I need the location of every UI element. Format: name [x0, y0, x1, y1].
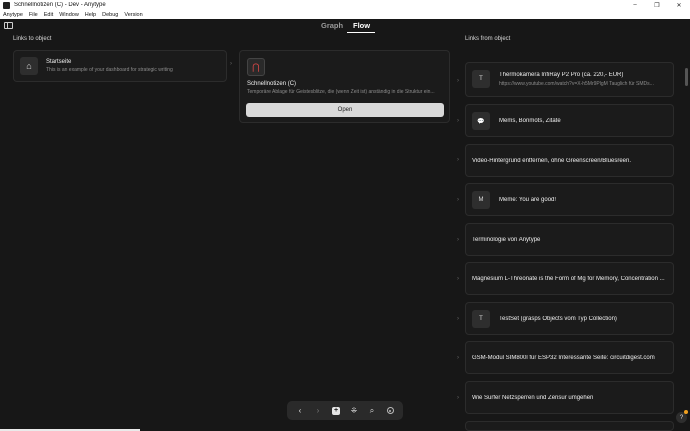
current-object-description: Temporäre Ablage für Geistesblitze, die … — [247, 89, 435, 95]
linked-object-title: GSM-Modul SIM800l für ESP32 Interessante… — [472, 355, 655, 361]
links-from-object-header: Links from object — [465, 36, 511, 42]
linked-object-card[interactable]: M Meme: You are good! — [465, 183, 674, 216]
chevron-right-icon: › — [457, 237, 459, 243]
open-button[interactable]: Open — [246, 103, 444, 117]
notification-dot — [684, 410, 688, 414]
menu-version[interactable]: Version — [124, 12, 142, 18]
linked-object-title: Meme: You are good! — [499, 197, 557, 203]
menu-anytype[interactable]: Anytype — [3, 12, 23, 18]
magnet-icon: ⋂ — [247, 58, 265, 76]
linked-object-title: Magnesium L-Threonate is the Form of Mg … — [472, 276, 665, 282]
linked-object-title: Terminologie von Anytype — [472, 237, 541, 243]
anytype-app-icon — [3, 1, 10, 9]
current-object-card: ⋂ Schnellnotizen (C) Temporäre Ablage fü… — [239, 50, 450, 123]
widget-icon[interactable] — [384, 405, 396, 417]
linked-object-card[interactable]: Terminologie von Anytype — [465, 223, 674, 256]
object-letter-icon: T — [472, 70, 490, 88]
linked-object-description: https://www.youtube.com/watch?v=X-h5Mr9P… — [499, 81, 654, 87]
chevron-right-icon: › — [457, 118, 459, 124]
sidebar-toggle-icon[interactable] — [4, 22, 13, 29]
card-title: Startseite — [46, 59, 72, 65]
object-letter-icon: T — [472, 310, 490, 328]
chevron-right-icon: › — [457, 197, 459, 203]
speech-bubble-icon: 💬 — [472, 112, 490, 130]
linked-object-card[interactable]: T TestSet (grasps Objects vom Typ Collec… — [465, 302, 674, 335]
links-to-object-header: Links to object — [13, 36, 52, 42]
chevron-right-icon: › — [457, 355, 459, 361]
navigation-toolbar: ‹ › + ⁜ ⌕ — [287, 401, 403, 420]
linked-object-title: Wie Surfer Netzsperren und Zensur umgehe… — [472, 395, 594, 401]
linked-object-card[interactable]: GSM-Modul SIM800l für ESP32 Interessante… — [465, 341, 674, 374]
add-object-button[interactable]: + — [330, 405, 342, 417]
chevron-right-icon: › — [457, 78, 459, 84]
linked-object-card-startseite[interactable]: ⌂ Startseite This is an example of your … — [13, 50, 227, 82]
window-titlebar: Schnellnotizen (C) - Dev - Anytype – ❐ ✕ — [0, 0, 690, 10]
linked-object-card[interactable]: 💬 Mems, Bonmots, Zitate — [465, 104, 674, 137]
close-button[interactable]: ✕ — [668, 0, 690, 10]
linked-object-card[interactable] — [465, 421, 674, 431]
menu-window[interactable]: Window — [59, 12, 79, 18]
linked-object-title: TestSet (grasps Objects vom Typ Collecti… — [499, 316, 617, 322]
minimize-button[interactable]: – — [624, 0, 646, 10]
linked-object-title: Mems, Bonmots, Zitate — [499, 118, 561, 124]
card-description: This is an example of your dashboard for… — [46, 67, 173, 73]
menu-file[interactable]: File — [29, 12, 38, 18]
chevron-right-icon: › — [230, 61, 232, 67]
forward-arrow-icon[interactable]: › — [312, 405, 324, 417]
graph-icon[interactable]: ⁜ — [348, 405, 360, 417]
chevron-right-icon: › — [457, 395, 459, 401]
chevron-right-icon: › — [457, 316, 459, 322]
linked-object-card[interactable]: Wie Surfer Netzsperren und Zensur umgehe… — [465, 381, 674, 414]
menu-edit[interactable]: Edit — [44, 12, 53, 18]
chevron-right-icon: › — [457, 276, 459, 282]
chevron-right-icon: › — [457, 157, 459, 163]
linked-object-card[interactable]: T Thermokamera InfiRay P2 Pro (ca. 220,-… — [465, 62, 674, 97]
back-arrow-icon[interactable]: ‹ — [294, 405, 306, 417]
linked-object-title: Thermokamera InfiRay P2 Pro (ca. 220,- E… — [499, 72, 624, 78]
menu-debug[interactable]: Debug — [102, 12, 118, 18]
house-icon: ⌂ — [20, 57, 38, 75]
maximize-button[interactable]: ❐ — [646, 0, 668, 10]
menu-bar: Anytype File Edit Window Help Debug Vers… — [0, 10, 690, 19]
plus-icon: + — [332, 406, 340, 415]
active-tab-indicator — [347, 32, 375, 33]
window-title: Schnellnotizen (C) - Dev - Anytype — [14, 2, 106, 8]
view-tabbar: Graph Flow — [0, 19, 690, 34]
tab-graph[interactable]: Graph — [321, 21, 343, 30]
menu-help[interactable]: Help — [85, 12, 96, 18]
scrollbar-thumb[interactable] — [685, 68, 688, 86]
linked-object-card[interactable]: Video-Hintergrund entfernen, ohne Greens… — [465, 144, 674, 177]
object-letter-icon: M — [472, 191, 490, 209]
tab-flow[interactable]: Flow — [353, 21, 370, 30]
current-object-title: Schnellnotizen (C) — [247, 81, 297, 87]
linked-object-title: Video-Hintergrund entfernen, ohne Greens… — [472, 158, 631, 164]
search-icon[interactable]: ⌕ — [366, 405, 378, 417]
linked-object-card[interactable]: Magnesium L-Threonate is the Form of Mg … — [465, 262, 674, 295]
